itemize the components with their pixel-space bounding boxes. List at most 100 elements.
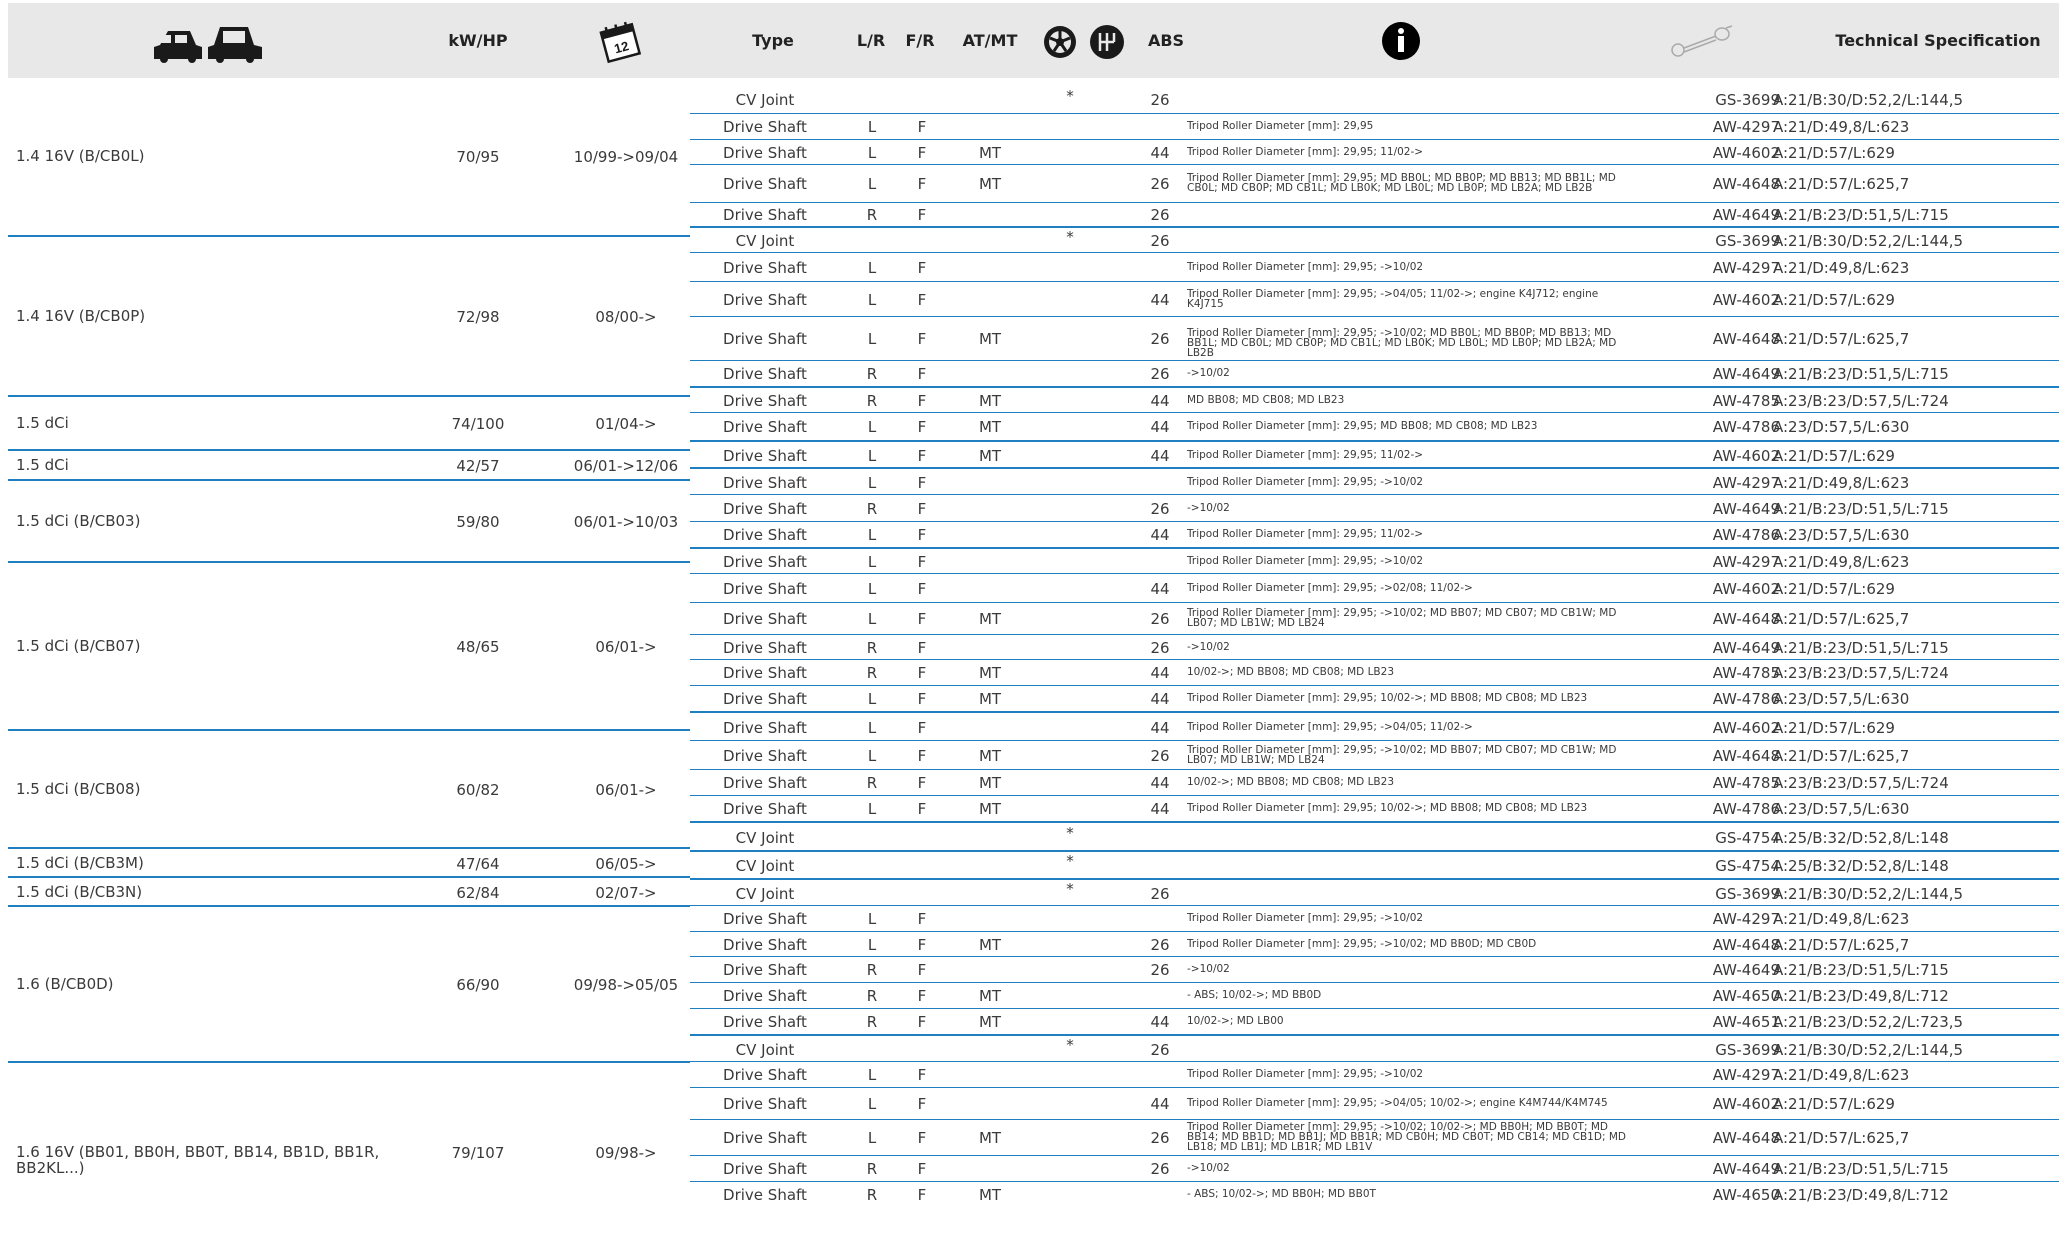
part-code: AW-4649 xyxy=(1712,638,1780,657)
vehicle-group: 1.5 dCi 74/100 01/04-> xyxy=(8,395,690,451)
part-type: Drive Shaft xyxy=(723,1095,807,1113)
header-kw: kW/HP xyxy=(448,31,508,50)
transmission-atmt: MT xyxy=(978,664,1002,682)
tech-spec: A:21/D:49,8/L:623 xyxy=(1773,473,1910,492)
info-note: Tripod Roller Diameter [mm]: 29,95; 11/0… xyxy=(1187,448,1424,461)
vehicle-group: 1.5 dCi (B/CB3N) 62/84 02/07-> xyxy=(8,876,690,907)
tech-spec: A:21/B:23/D:51,5/L:715 xyxy=(1773,638,1949,657)
tech-spec: A:21/D:57/L:625,7 xyxy=(1773,935,1910,954)
engine-name: 1.5 dCi xyxy=(16,414,69,432)
side-lr: R xyxy=(866,392,878,410)
power-kw-hp: 42/57 xyxy=(456,457,500,475)
part-type: Drive Shaft xyxy=(723,800,807,818)
engine-name: 1.5 dCi (B/CB07) xyxy=(16,637,141,655)
table-row: Drive Shaft R F 26 ->10/02 AW-4649 A:21/B:23/D… xyxy=(690,360,2059,387)
axle-fr: F xyxy=(917,987,927,1005)
abs-teeth: 44 xyxy=(1150,446,1170,465)
transmission-atmt: MT xyxy=(978,1013,1002,1031)
table-row: Drive Shaft L F MT 26 Tripod Roller Diameter … xyxy=(690,164,2059,203)
abs-teeth: 44 xyxy=(1150,1095,1170,1113)
side-lr: L xyxy=(867,446,877,465)
engine-name: 1.5 dCi (B/CB3N) xyxy=(16,882,143,901)
side-lr: L xyxy=(867,610,877,628)
production-years: 06/05-> xyxy=(595,854,657,873)
transmission-atmt: MT xyxy=(978,746,1002,765)
part-code: AW-4648 xyxy=(1712,935,1780,954)
transmission-atmt: MT xyxy=(978,774,1002,792)
axle-fr: F xyxy=(917,418,927,436)
wheel-marker: * xyxy=(1066,1036,1074,1054)
engine-name: 1.4 16V (B/CB0P) xyxy=(16,307,146,325)
table-row: Drive Shaft L F 44 Tripod Roller Diameter [m… xyxy=(690,711,2059,742)
production-years: 10/99->09/04 xyxy=(573,147,679,166)
axle-fr: F xyxy=(917,473,927,492)
abs-teeth: 26 xyxy=(1150,1040,1170,1059)
table-row: CV Joint * 26 GS-3699 A:21/B:30/D:52,2/L:144… xyxy=(690,226,2059,254)
header-fr: F/R xyxy=(905,31,935,50)
abs-teeth: 26 xyxy=(1150,935,1170,954)
power-kw-hp: 48/65 xyxy=(456,638,500,656)
tech-spec: A:23/D:57,5/L:630 xyxy=(1773,418,1910,436)
info-icon xyxy=(1382,22,1420,60)
info-note: Tripod Roller Diameter [mm]: 29,95; ->10… xyxy=(1187,912,1424,924)
table-row: Drive Shaft R F MT - ABS; 10/02->; MD BB0D AW… xyxy=(690,982,2059,1009)
axle-fr: F xyxy=(917,499,927,518)
abs-teeth: 26 xyxy=(1150,175,1170,193)
part-code: GS-4754 xyxy=(1715,857,1780,875)
axle-fr: F xyxy=(917,365,927,383)
part-type: Drive Shaft xyxy=(723,499,807,518)
transmission-atmt: MT xyxy=(978,143,1002,162)
tech-spec: A:21/B:23/D:51,5/L:715 xyxy=(1773,206,1949,224)
abs-teeth: 26 xyxy=(1150,206,1170,224)
production-years: 06/01-> xyxy=(595,781,657,799)
part-type: Drive Shaft xyxy=(723,664,807,682)
part-type: Drive Shaft xyxy=(723,610,807,628)
part-code: GS-3699 xyxy=(1715,91,1780,109)
abs-teeth: 26 xyxy=(1150,499,1170,518)
wheel-marker: * xyxy=(1066,228,1074,246)
axle-fr: F xyxy=(917,774,927,792)
side-lr: L xyxy=(867,1095,877,1113)
part-code: AW-4648 xyxy=(1712,610,1780,628)
engine-name: 1.4 16V (B/CB0L) xyxy=(16,146,145,165)
abs-teeth: 44 xyxy=(1150,718,1170,737)
info-note: ->10/02 xyxy=(1187,501,1230,514)
info-note: Tripod Roller Diameter [mm]: 29,95; ->04… xyxy=(1187,720,1473,733)
part-code: AW-4602 xyxy=(1712,1095,1780,1113)
axle-fr: F xyxy=(917,1160,927,1178)
abs-teeth: 44 xyxy=(1150,664,1170,682)
axle-fr: F xyxy=(917,664,927,682)
part-type: CV Joint xyxy=(735,884,795,903)
part-type: Drive Shaft xyxy=(723,774,807,792)
side-lr: R xyxy=(866,365,878,383)
part-code: AW-4648 xyxy=(1712,1129,1780,1147)
power-kw-hp: 79/107 xyxy=(451,1143,505,1162)
axle-fr: F xyxy=(917,446,927,465)
abs-teeth: 26 xyxy=(1150,1160,1170,1178)
table-header: kW/HP 12 Type L/R F/R AT/MT ABS Technica… xyxy=(8,3,2059,78)
side-lr: L xyxy=(867,910,877,928)
side-lr: R xyxy=(866,1186,878,1204)
part-code: AW-4786 xyxy=(1712,526,1780,544)
axle-fr: F xyxy=(917,610,927,628)
table-row: Drive Shaft R F MT 44 10/02->; MD BB08; MD CB… xyxy=(690,659,2059,686)
table-row: Drive Shaft L F MT 26 Tripod Roller Diameter … xyxy=(690,1119,2059,1156)
part-type: CV Joint xyxy=(735,828,795,847)
axle-fr: F xyxy=(917,1013,927,1031)
part-type: CV Joint xyxy=(735,857,795,875)
part-code: AW-4649 xyxy=(1712,1160,1780,1178)
tech-spec: A:21/D:57/L:629 xyxy=(1773,446,1895,465)
tech-spec: A:23/D:57,5/L:630 xyxy=(1773,800,1910,818)
engine-name: 1.5 dCi (B/CB08) xyxy=(16,780,141,798)
side-lr: R xyxy=(866,664,878,682)
abs-teeth: 26 xyxy=(1150,232,1170,250)
side-lr: L xyxy=(867,143,877,162)
tech-spec: A:23/D:57,5/L:630 xyxy=(1773,690,1910,708)
info-note: ->10/02 xyxy=(1187,640,1230,653)
transmission-atmt: MT xyxy=(978,690,1002,708)
part-type: Drive Shaft xyxy=(723,1013,807,1031)
table-row: Drive Shaft L F 44 Tripod Roller Diameter [m… xyxy=(690,281,2059,317)
table-row: CV Joint * GS-4754 A:25/B:32/D:52,8/L:148 xyxy=(690,850,2059,880)
abs-teeth: 44 xyxy=(1150,418,1170,436)
part-code: GS-4754 xyxy=(1715,828,1780,847)
